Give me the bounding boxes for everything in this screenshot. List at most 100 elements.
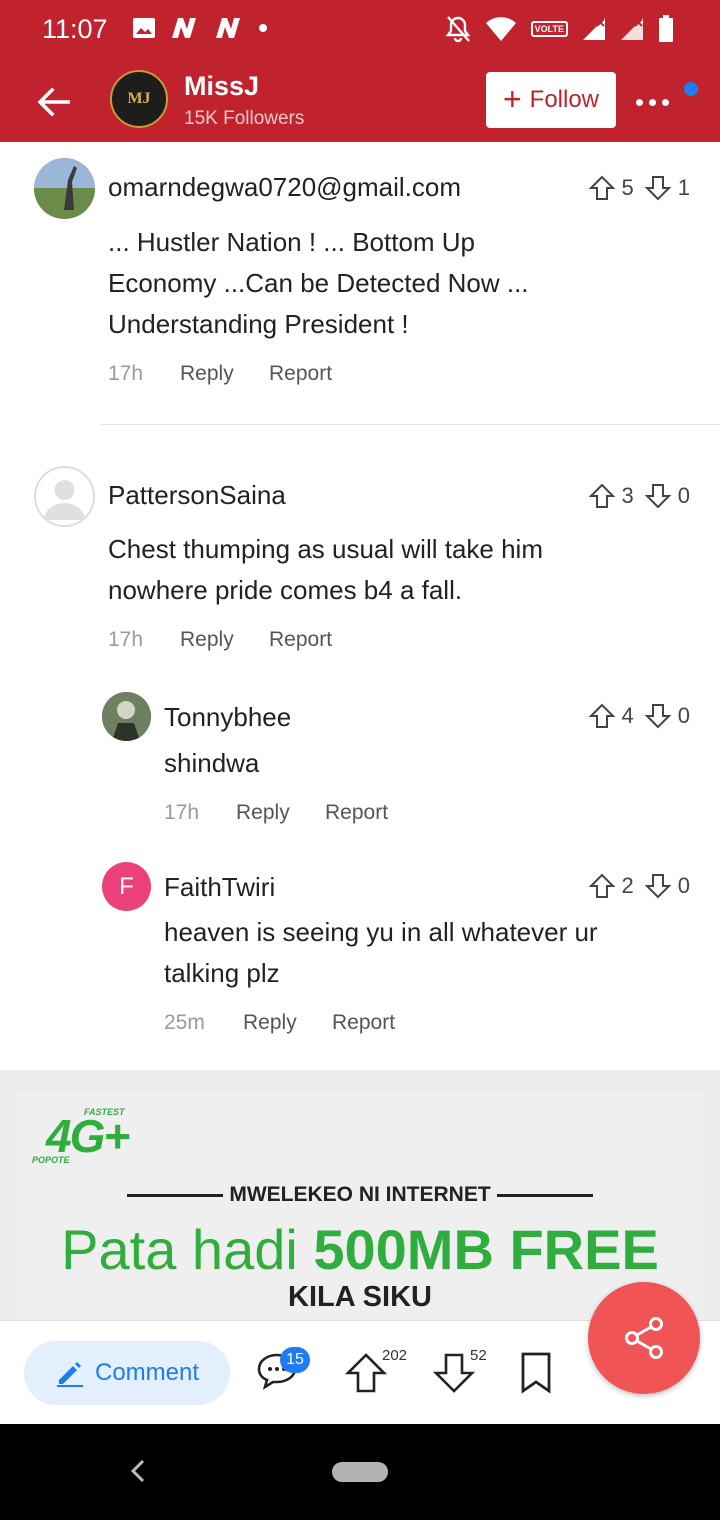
battery-icon xyxy=(659,15,673,42)
ad-promo-bold: 500MB FREE xyxy=(313,1218,659,1281)
plus-icon: + xyxy=(502,80,522,117)
system-nav-bar xyxy=(0,1424,720,1520)
comment-meta: 17h Reply Report xyxy=(108,628,332,652)
comment-author[interactable]: FaithTwiri xyxy=(164,872,275,903)
signal-icon xyxy=(621,18,643,40)
report-button[interactable]: Report xyxy=(332,1011,395,1035)
comment-votes: 3 0 xyxy=(588,482,690,510)
comment-text: shindwa xyxy=(164,743,259,784)
comment-time: 17h xyxy=(164,801,200,824)
comment-text: heaven is seeing yu in all whatever ur t… xyxy=(164,912,598,994)
comment-time: 25m xyxy=(164,1011,205,1034)
more-options-button[interactable] xyxy=(632,84,672,120)
comment-meta: 17h Reply Report xyxy=(108,362,332,386)
downvote-icon[interactable] xyxy=(644,702,672,730)
ad-promo: Pata hadi 500MB FREE xyxy=(16,1217,704,1282)
status-icons-right: VOLTE xyxy=(445,15,674,43)
report-button[interactable]: Report xyxy=(325,801,388,825)
nav-back-button[interactable] xyxy=(128,1458,148,1489)
reply-button[interactable]: Reply xyxy=(236,801,325,825)
reply-button[interactable]: Reply xyxy=(243,1011,332,1035)
wifi-icon xyxy=(485,17,516,41)
dot-icon xyxy=(661,98,669,106)
share-icon xyxy=(625,1317,663,1359)
upvote-icon[interactable] xyxy=(588,702,616,730)
comment-line: nowhere pride comes b4 a fall. xyxy=(108,575,463,605)
reply-button[interactable]: Reply xyxy=(180,362,269,386)
reply-button[interactable]: Reply xyxy=(180,628,269,652)
downvote-icon[interactable] xyxy=(644,174,672,202)
comment-author[interactable]: omarndegwa0720@gmail.com xyxy=(108,172,461,203)
comment-line: ... Hustler Nation ! ... Bottom Up xyxy=(108,227,476,257)
downvote-icon[interactable] xyxy=(644,872,672,900)
user-photo-icon xyxy=(102,692,151,741)
back-button[interactable] xyxy=(32,80,76,124)
comment-text: Chest thumping as usual will take him no… xyxy=(108,529,543,611)
reply-item: F FaithTwiri 2 0 heaven is seeing yu in … xyxy=(0,840,720,1070)
comment-author[interactable]: Tonnybhee xyxy=(164,702,291,733)
downvote-count: 0 xyxy=(677,483,690,508)
comment-count-badge: 15 xyxy=(280,1347,310,1373)
bookmark-button[interactable] xyxy=(518,1351,554,1400)
author-name[interactable]: MissJ xyxy=(184,71,259,102)
upvote-icon[interactable] xyxy=(588,174,616,202)
article-header: MJ MissJ 15K Followers + Follow xyxy=(0,62,720,142)
user-photo-icon xyxy=(34,158,95,219)
comment-votes: 4 0 xyxy=(588,702,690,730)
user-avatar[interactable]: F xyxy=(102,862,151,911)
user-avatar[interactable] xyxy=(34,466,95,527)
ad-tagline: MWELEKEO NI INTERNET xyxy=(108,1183,612,1207)
comment-item: PattersonSaina 3 0 Chest thumping as usu… xyxy=(0,450,720,670)
comment-line: talking plz xyxy=(164,958,280,988)
downvote-count: 1 xyxy=(677,175,690,200)
upvote-count: 2 xyxy=(621,873,634,898)
follow-button[interactable]: + Follow xyxy=(486,72,616,128)
report-button[interactable]: Report xyxy=(269,362,332,386)
dot-icon xyxy=(259,24,267,32)
report-button[interactable]: Report xyxy=(269,628,332,652)
comment-votes: 5 1 xyxy=(588,174,690,202)
ad-logo-top: FASTEST xyxy=(84,1107,125,1117)
default-user-icon xyxy=(44,480,85,520)
arrow-left-icon xyxy=(37,87,70,117)
upvote-count: 3 xyxy=(621,483,634,508)
user-avatar[interactable] xyxy=(102,692,151,741)
upvote-icon[interactable] xyxy=(588,872,616,900)
comment-line: shindwa xyxy=(164,748,260,778)
ad-promo-light: Pata hadi xyxy=(61,1218,314,1281)
avatar-letter: F xyxy=(119,872,134,900)
comment-text: ... Hustler Nation ! ... Bottom Up Econo… xyxy=(108,222,529,345)
follow-label: Follow xyxy=(529,86,600,113)
comment-item: omarndegwa0720@gmail.com 5 1 ... Hustler… xyxy=(0,142,720,424)
comment-meta: 17h Reply Report xyxy=(164,801,388,825)
comment-votes: 2 0 xyxy=(588,872,690,900)
comment-button[interactable]: Comment xyxy=(24,1341,230,1405)
downvote-total: 52 xyxy=(470,1347,487,1364)
author-avatar[interactable]: MJ xyxy=(110,70,168,128)
upvote-total: 202 xyxy=(382,1347,408,1364)
downvote-icon[interactable] xyxy=(644,482,672,510)
comment-author[interactable]: PattersonSaina xyxy=(108,480,286,511)
signal-icon xyxy=(583,18,605,40)
comment-button-label: Comment xyxy=(94,1359,200,1386)
upvote-icon[interactable] xyxy=(588,482,616,510)
author-followers: 15K Followers xyxy=(184,108,305,129)
ad-banner[interactable]: FASTEST 4G+ POPOTE MWELEKEO NI INTERNET … xyxy=(16,1091,704,1320)
user-avatar[interactable] xyxy=(34,158,95,219)
downvote-count: 0 xyxy=(677,873,690,898)
divider xyxy=(100,424,720,425)
comment-time: 17h xyxy=(108,628,144,651)
ad-logo-bottom: POPOTE xyxy=(32,1155,70,1165)
bell-off-icon xyxy=(445,16,471,43)
nav-home-pill[interactable] xyxy=(332,1462,388,1482)
upvote-count: 5 xyxy=(621,175,634,200)
reply-item: Tonnybhee 4 0 shindwa 17h Reply Report xyxy=(0,670,720,840)
pencil-icon xyxy=(56,1362,83,1387)
image-icon xyxy=(133,18,155,38)
share-button[interactable] xyxy=(588,1282,700,1394)
bookmark-icon xyxy=(521,1352,551,1394)
comment-meta: 25m Reply Report xyxy=(164,1011,395,1035)
downvote-count: 0 xyxy=(677,703,690,728)
dot-icon xyxy=(635,98,643,106)
comment-line: Economy ...Can be Detected Now ... xyxy=(108,268,529,298)
